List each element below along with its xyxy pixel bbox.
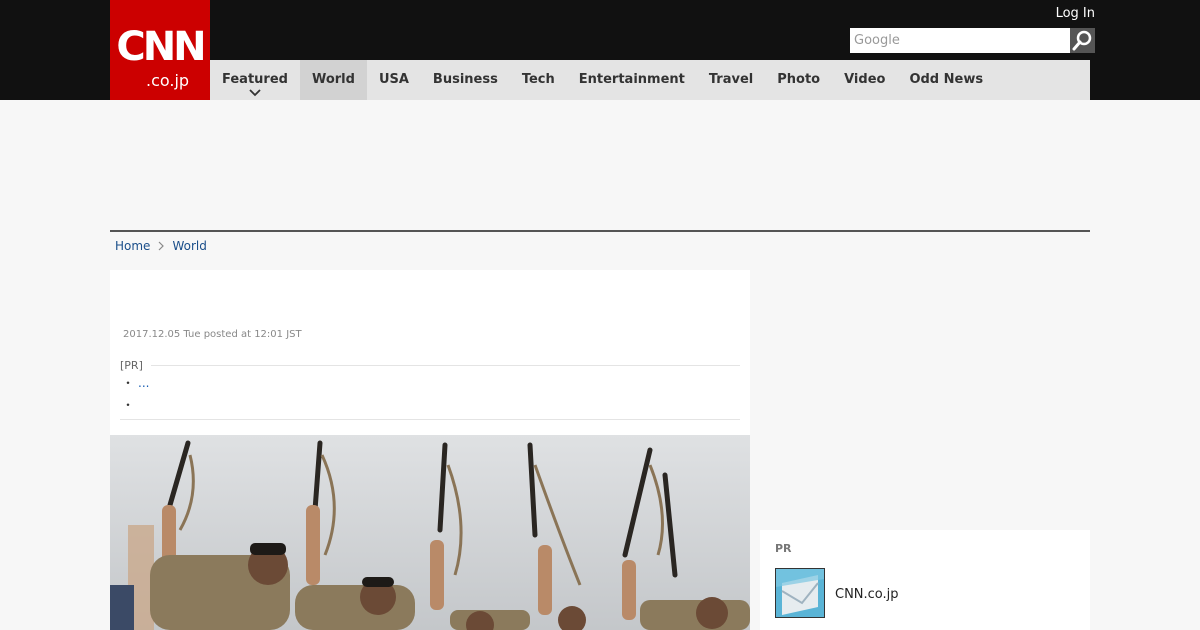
magnifier-icon bbox=[1072, 30, 1092, 51]
pr-label: [PR] bbox=[120, 358, 143, 372]
bullet-mark: ・ bbox=[122, 398, 135, 412]
photo-illustration bbox=[110, 435, 750, 630]
breadcrumb-home[interactable]: Home bbox=[115, 239, 150, 253]
nav-odd-news[interactable]: Odd News bbox=[897, 60, 995, 100]
chevron-right-icon bbox=[159, 241, 165, 251]
posted-date: 2017.12.05 Tue posted at 12:01 JST bbox=[123, 329, 302, 340]
pr-header: [PR] bbox=[120, 358, 740, 372]
login-link[interactable]: Log In bbox=[1056, 6, 1095, 21]
nav-business[interactable]: Business bbox=[421, 60, 510, 100]
nav-usa[interactable]: USA bbox=[367, 60, 421, 100]
nav-featured[interactable]: Featured bbox=[210, 60, 300, 100]
breadcrumb-world[interactable]: World bbox=[172, 239, 206, 253]
article-divider bbox=[120, 419, 740, 420]
chevron-down-icon bbox=[249, 89, 261, 97]
pr-bullet-1: ・... bbox=[122, 374, 149, 391]
pr-bullet-2: ・ bbox=[122, 396, 134, 413]
search-input[interactable] bbox=[850, 28, 1070, 53]
bullet-mark: ・ bbox=[122, 376, 135, 390]
article-card: 2017.12.05 Tue posted at 12:01 JST [PR] … bbox=[110, 270, 750, 630]
pr-rule bbox=[150, 364, 740, 366]
sidebar-pr-title: PR bbox=[775, 542, 792, 555]
logo-domain: .co.jp bbox=[146, 71, 190, 90]
nav-entertainment[interactable]: Entertainment bbox=[567, 60, 697, 100]
logo-text: CNN bbox=[116, 24, 206, 70]
pr-item-title[interactable]: CNN.co.jp bbox=[835, 587, 899, 602]
nav-photo[interactable]: Photo bbox=[765, 60, 832, 100]
section-divider bbox=[110, 230, 1090, 232]
breadcrumb: Home World bbox=[115, 238, 207, 254]
cnn-logo[interactable]: CNN .co.jp bbox=[110, 0, 210, 100]
nav-travel[interactable]: Travel bbox=[697, 60, 765, 100]
search-button[interactable] bbox=[1070, 28, 1095, 53]
pr-thumbnail[interactable] bbox=[775, 568, 825, 618]
nav-tech[interactable]: Tech bbox=[510, 60, 567, 100]
sidebar-pr-box: PR CNN.co.jp bbox=[760, 530, 1090, 630]
nav-video[interactable]: Video bbox=[832, 60, 897, 100]
pr-link-1[interactable]: ... bbox=[138, 376, 149, 390]
nav-featured-label: Featured bbox=[222, 72, 288, 87]
main-nav: Featured World USA Business Tech Enterta… bbox=[210, 60, 1090, 100]
article-photo bbox=[110, 435, 750, 630]
nav-world[interactable]: World bbox=[299, 60, 367, 100]
mail-icon bbox=[776, 569, 824, 617]
